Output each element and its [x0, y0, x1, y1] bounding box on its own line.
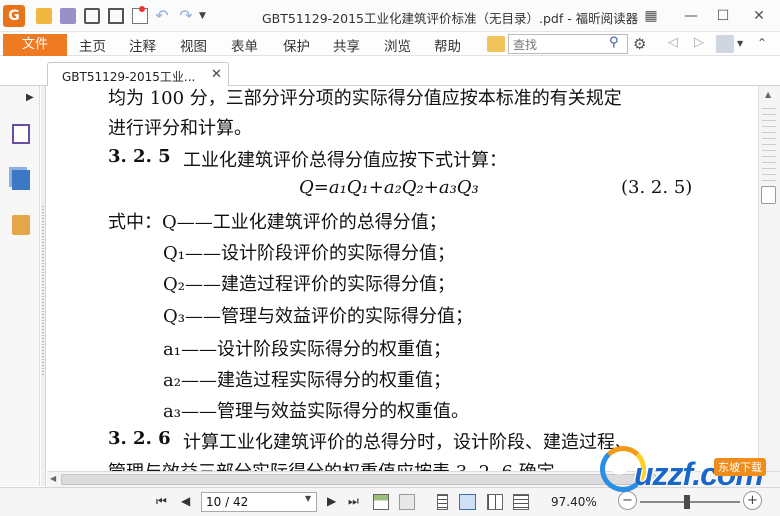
text-line: Q₂——建造过程评价的实际得分值；: [163, 274, 455, 295]
file-menu-button[interactable]: 文件: [3, 34, 67, 56]
scroll-left-icon[interactable]: ◀: [50, 474, 56, 483]
new-document-icon[interactable]: [132, 6, 148, 24]
page-dropdown-icon[interactable]: ▼: [305, 494, 311, 503]
app-logo-icon[interactable]: G: [3, 5, 25, 27]
watermark-badge: 东坡下载: [714, 458, 766, 476]
continuous-page-icon[interactable]: [459, 494, 476, 510]
text-line: Q₁——设计阶段评价的实际得分值；: [163, 243, 455, 264]
text-line: Q₃——管理与效益评价的实际得分值；: [163, 306, 473, 327]
zoom-level[interactable]: 97.40%: [551, 495, 597, 509]
section-number: 3. 2. 6: [108, 428, 171, 449]
previous-view-icon[interactable]: [373, 494, 389, 510]
single-page-icon[interactable]: [437, 494, 448, 510]
find-folder-icon[interactable]: [487, 36, 505, 52]
first-page-icon[interactable]: ⏮: [156, 494, 167, 509]
menu-help[interactable]: 帮助: [434, 35, 461, 55]
menu-protect[interactable]: 保护: [283, 35, 310, 55]
page-thumbnails-icon[interactable]: [12, 124, 30, 144]
previous-page-icon[interactable]: ◀: [181, 494, 190, 508]
text-line: 计算工业化建筑评价的总得分时，设计阶段、建造过程、: [183, 432, 633, 453]
layout-grid-icon[interactable]: ▦: [640, 6, 662, 26]
text-line: 式中：Q——工业化建筑评价的总得分值；: [108, 212, 447, 233]
close-window-button[interactable]: ✕: [748, 6, 770, 26]
scroll-track[interactable]: [762, 108, 776, 183]
text-line: 管理与效益三部分实际得分的权重值应按表 3. 2. 6 确定。: [108, 458, 573, 471]
comments-icon[interactable]: [12, 215, 30, 235]
text-line: a₂——建造过程实际得分的权重值；: [163, 370, 451, 391]
horizontal-scroll-thumb[interactable]: [61, 474, 656, 485]
menu-home[interactable]: 主页: [79, 35, 106, 55]
maximize-button[interactable]: ☐: [712, 6, 734, 26]
expand-sidebar-icon[interactable]: ▶: [26, 92, 34, 103]
navigation-sidebar: ▶: [0, 86, 40, 486]
quick-access-more-icon[interactable]: ▼: [199, 8, 215, 24]
formula-number: (3. 2. 5): [621, 177, 693, 198]
undo-icon[interactable]: ↶: [154, 8, 170, 24]
avatar[interactable]: [716, 35, 734, 53]
document-tab-label: GBT51129-2015工业...: [62, 70, 196, 84]
last-page-icon[interactable]: ⏭: [348, 494, 359, 509]
site-watermark: uzzf.com 东坡下载: [596, 444, 776, 514]
text-line: 工业化建筑评价总得分值应按下式计算：: [183, 150, 507, 171]
text-line: 进行评分和计算。: [108, 118, 252, 139]
close-tab-icon[interactable]: ✕: [211, 67, 222, 82]
document-view[interactable]: 均为 100 分，三部分评分项的实际得分值应按本标准的有关规定 进行评分和计算。…: [47, 86, 758, 471]
menu-form[interactable]: 表单: [231, 35, 258, 55]
text-line: a₃——管理与效益实际得分的权重值。: [163, 401, 469, 422]
menu-view[interactable]: 视图: [180, 35, 207, 55]
section-number: 3. 2. 5: [108, 146, 171, 167]
document-tab[interactable]: GBT51129-2015工业... ✕: [47, 62, 229, 87]
gear-icon[interactable]: ⚙: [633, 35, 646, 53]
open-folder-icon[interactable]: [36, 8, 52, 24]
account-dropdown-icon[interactable]: ▼: [737, 39, 743, 48]
vertical-scrollbar[interactable]: ▲: [758, 86, 780, 471]
properties-icon[interactable]: [108, 8, 124, 24]
formula: Q=a₁Q₁+a₂Q₂+a₃Q₃: [299, 177, 479, 198]
scroll-up-icon[interactable]: ▲: [765, 90, 771, 99]
layers-icon[interactable]: [12, 170, 30, 190]
redo-icon[interactable]: ↷: [178, 8, 194, 24]
document-tab-strip: GBT51129-2015工业... ✕: [0, 56, 780, 87]
menu-comment[interactable]: 注释: [129, 35, 156, 55]
title-bar: G ↶ ↷ ▼ GBT51129-2015工业化建筑评价标准（无目录）.pdf …: [0, 0, 780, 32]
collapse-ribbon-icon[interactable]: ⌃: [757, 36, 767, 50]
window-title: GBT51129-2015工业化建筑评价标准（无目录）.pdf - 福昕阅读器: [262, 11, 639, 26]
scroll-thumb[interactable]: [761, 186, 776, 204]
save-icon[interactable]: [60, 8, 76, 24]
minimize-button[interactable]: —: [680, 6, 702, 26]
continuous-facing-icon[interactable]: [513, 494, 529, 510]
menu-share[interactable]: 共享: [333, 35, 360, 55]
print-icon[interactable]: [84, 8, 100, 24]
facing-pages-icon[interactable]: [487, 494, 503, 510]
text-line: 均为 100 分，三部分评分项的实际得分值应按本标准的有关规定: [108, 88, 622, 109]
forward-arrow-icon[interactable]: ▷: [694, 35, 704, 50]
next-view-icon[interactable]: [399, 494, 415, 510]
sidebar-splitter[interactable]: [41, 86, 46, 486]
page-number-input[interactable]: [201, 492, 317, 512]
ribbon-menu-bar: 文件 主页 注释 视图 表单 保护 共享 浏览 帮助 ⚲ ⚙ ◁ ▷ ▼ ⌃: [0, 32, 780, 56]
back-arrow-icon[interactable]: ◁: [668, 35, 678, 50]
search-icon[interactable]: ⚲: [609, 36, 623, 50]
next-page-icon[interactable]: ▶: [327, 494, 336, 508]
text-line: a₁——设计阶段实际得分的权重值；: [163, 339, 451, 360]
menu-browse[interactable]: 浏览: [384, 35, 411, 55]
